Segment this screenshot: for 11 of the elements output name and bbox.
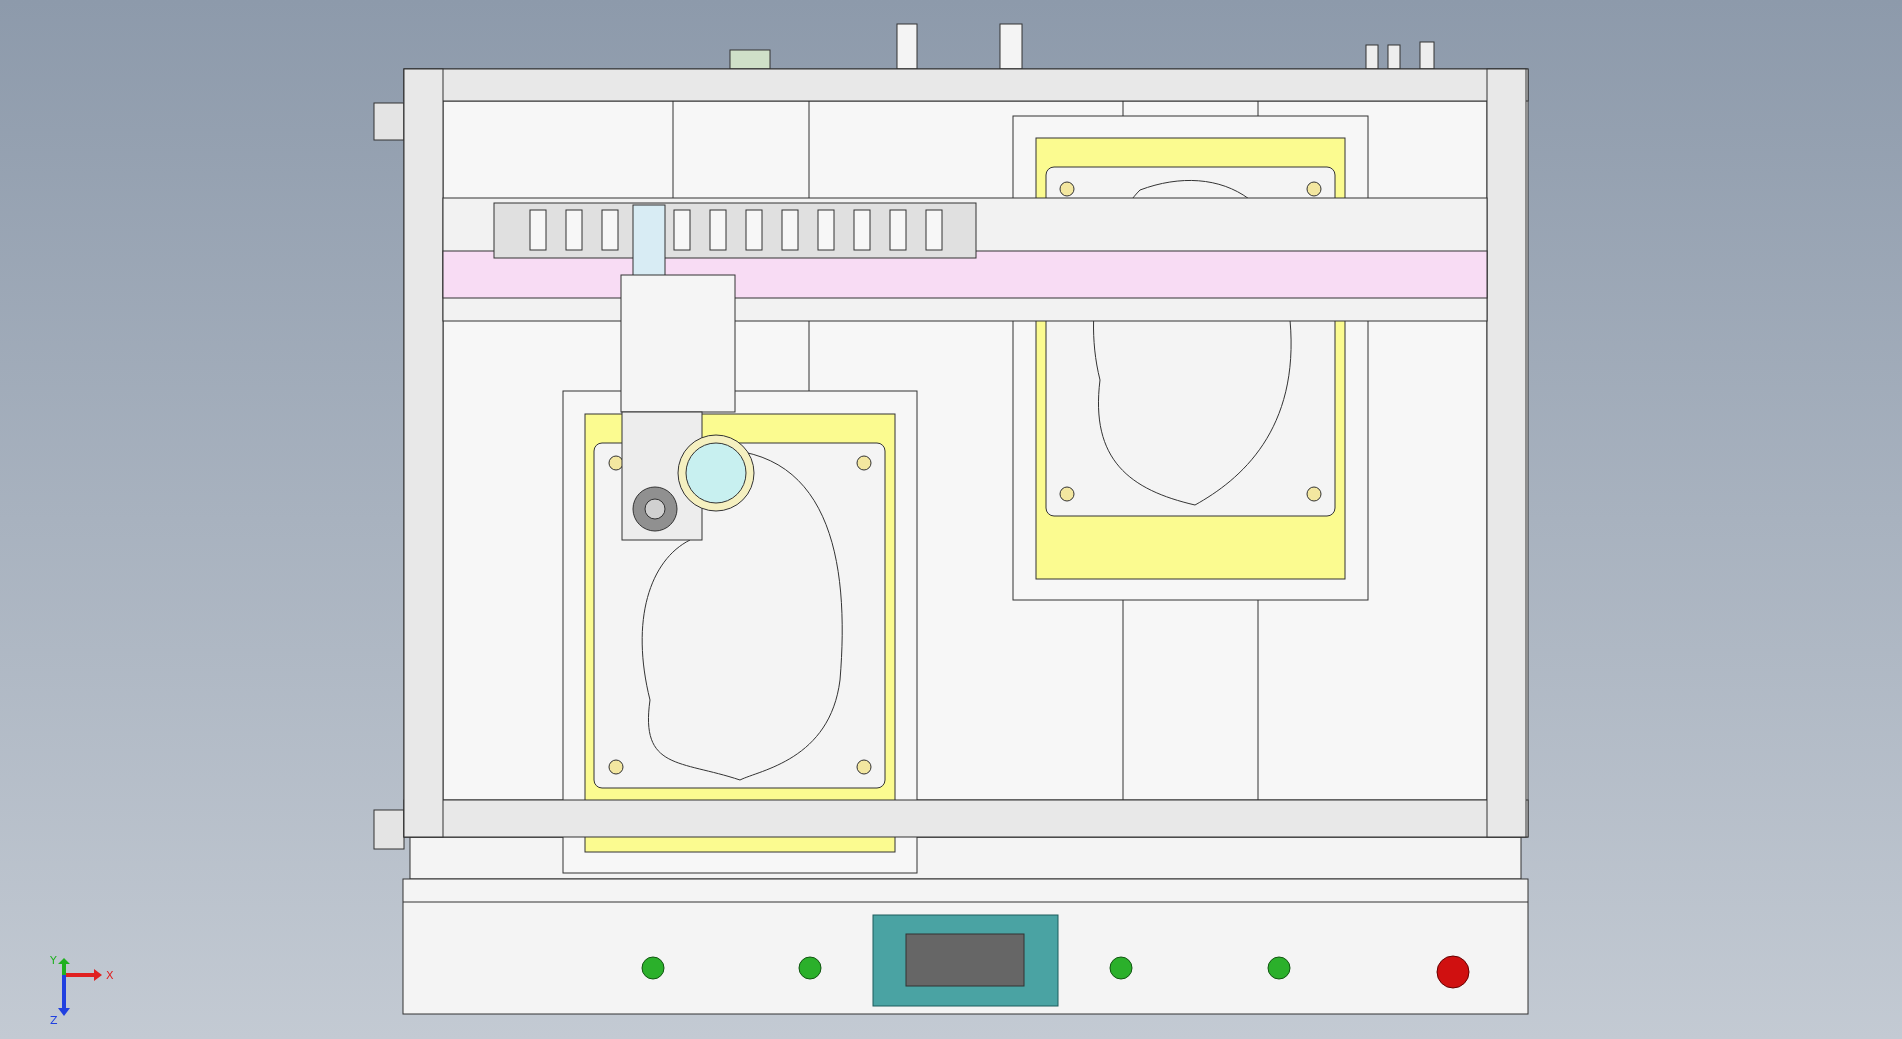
hinge [373,809,405,850]
connector [729,49,771,70]
axis-label: X [106,969,114,982]
axis-label: Z [50,1014,58,1027]
knob [999,23,1023,70]
hinge [373,102,405,141]
axis-label: Y [50,954,57,967]
knob [896,23,918,70]
air-fitting [1387,44,1401,70]
air-fitting [1419,41,1435,70]
air-fitting [1365,44,1379,70]
